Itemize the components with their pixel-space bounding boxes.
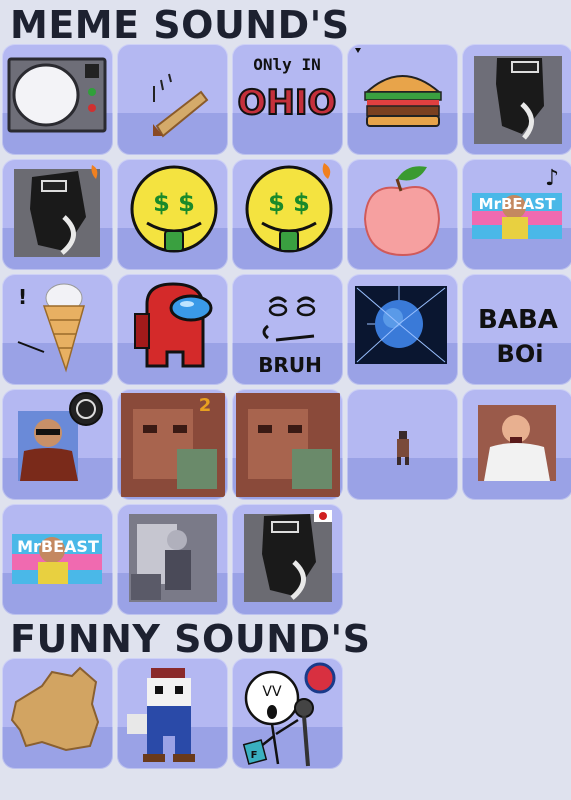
baba-boi-sound-button[interactable]: BABA BOi <box>462 274 571 385</box>
money-eyes: $ $ <box>153 189 195 217</box>
sneaker-music-sound-button[interactable] <box>2 159 113 270</box>
meme-sounds-title: MEME SOUND'S <box>10 3 350 47</box>
mrbeast-logo-text: MrBEAST <box>479 195 556 213</box>
ronaldo-photo-icon <box>478 405 556 481</box>
bruh-text: BRUH <box>258 353 322 377</box>
money-face-fire-sound-button[interactable]: $ $ <box>232 159 343 270</box>
face-closeup-2-sound-button[interactable]: 2 <box>117 389 228 500</box>
badge-icon <box>355 48 361 53</box>
ohio-top-text: ONly IN <box>253 55 320 74</box>
among-us-sound-button[interactable] <box>117 274 228 385</box>
baba-text: BABA <box>478 305 558 335</box>
tiny-figure-icon <box>397 431 409 465</box>
ronaldo-sound-button[interactable] <box>462 389 571 500</box>
face-closeup-icon <box>236 393 340 497</box>
stickman-microphone-icon: VV F <box>242 662 336 767</box>
pencil-drop-sound-button[interactable] <box>117 44 228 155</box>
meme-sounds-grid: ONly IN OHIO $ $ $ $ MrBEAST ♪ ! BRUH BA… <box>2 44 571 615</box>
sneaker-flag-sound-button[interactable] <box>232 504 343 615</box>
ice-cream-sound-button[interactable]: ! <box>2 274 113 385</box>
tiny-figure-sound-button[interactable] <box>347 389 458 500</box>
mario-skeleton-icon <box>127 668 195 762</box>
sunglasses-man-sound-button[interactable] <box>2 389 113 500</box>
music-note-icon: ♪ <box>545 166 559 191</box>
burger-icon <box>355 48 442 127</box>
peach-sound-button[interactable] <box>347 159 458 270</box>
mrbeast-sound-button[interactable]: MrBEAST <box>2 504 113 615</box>
money-eyes: $ $ <box>268 189 310 217</box>
ohio-main-text: OHIO <box>238 83 337 123</box>
money-face-icon: $ $ <box>245 163 333 253</box>
sneaker-photo-icon <box>244 510 332 602</box>
funny-sounds-title: FUNNY SOUND'S <box>10 617 371 661</box>
mrbeast-photo-icon: MrBEAST ♪ <box>472 166 562 239</box>
baba-boi-text-icon: BABA BOi <box>478 305 558 368</box>
mario-skeleton-sound-button[interactable] <box>117 658 228 769</box>
sunglasses-man-icon <box>18 392 103 481</box>
mrbeast-photo-icon: MrBEAST <box>12 534 102 584</box>
boi-text: BOi <box>497 340 544 368</box>
stickman-eyes-text: VV <box>262 684 282 700</box>
sneaker-photo-icon <box>14 165 100 257</box>
ohio-text-icon: ONly IN OHIO <box>237 55 338 124</box>
mrbeast-logo-text: MrBEAST <box>17 537 99 556</box>
brain-photo-icon <box>355 286 447 364</box>
gray-photo-sound-button[interactable] <box>117 504 228 615</box>
only-in-ohio-sound-button[interactable]: ONly IN OHIO <box>232 44 343 155</box>
brain-sound-button[interactable] <box>347 274 458 385</box>
face-closeup-icon: 2 <box>121 393 225 497</box>
money-face-sound-button[interactable]: $ $ <box>117 159 228 270</box>
bruh-face-icon: BRUH <box>258 296 322 377</box>
exclamation-mark: ! <box>18 285 27 309</box>
face-closeup-sound-button[interactable] <box>232 389 343 500</box>
falling-stick-icon <box>153 73 209 138</box>
gray-photo-icon <box>129 514 217 602</box>
singer-stickman-sound-button[interactable]: VV F <box>232 658 343 769</box>
map-shape-sound-button[interactable] <box>2 658 113 769</box>
map-blob-icon <box>10 666 100 752</box>
sneaker-photo-icon <box>474 56 562 144</box>
funny-sounds-grid: VV F <box>2 658 571 769</box>
red-circle-icon <box>304 662 336 694</box>
card-text: F <box>251 750 258 761</box>
mrbeast-music-sound-button[interactable]: MrBEAST ♪ <box>462 159 571 270</box>
crt-tv-icon <box>7 57 107 133</box>
burger-sound-button[interactable] <box>347 44 458 155</box>
sneaker-photo-sound-button[interactable] <box>462 44 571 155</box>
tv-sound-button[interactable] <box>2 44 113 155</box>
ice-cream-icon: ! <box>17 283 85 373</box>
among-us-icon <box>134 282 213 368</box>
peach-icon <box>363 166 441 257</box>
money-face-icon: $ $ <box>130 165 218 253</box>
bruh-sound-button[interactable]: BRUH <box>232 274 343 385</box>
number-badge: 2 <box>199 395 212 416</box>
